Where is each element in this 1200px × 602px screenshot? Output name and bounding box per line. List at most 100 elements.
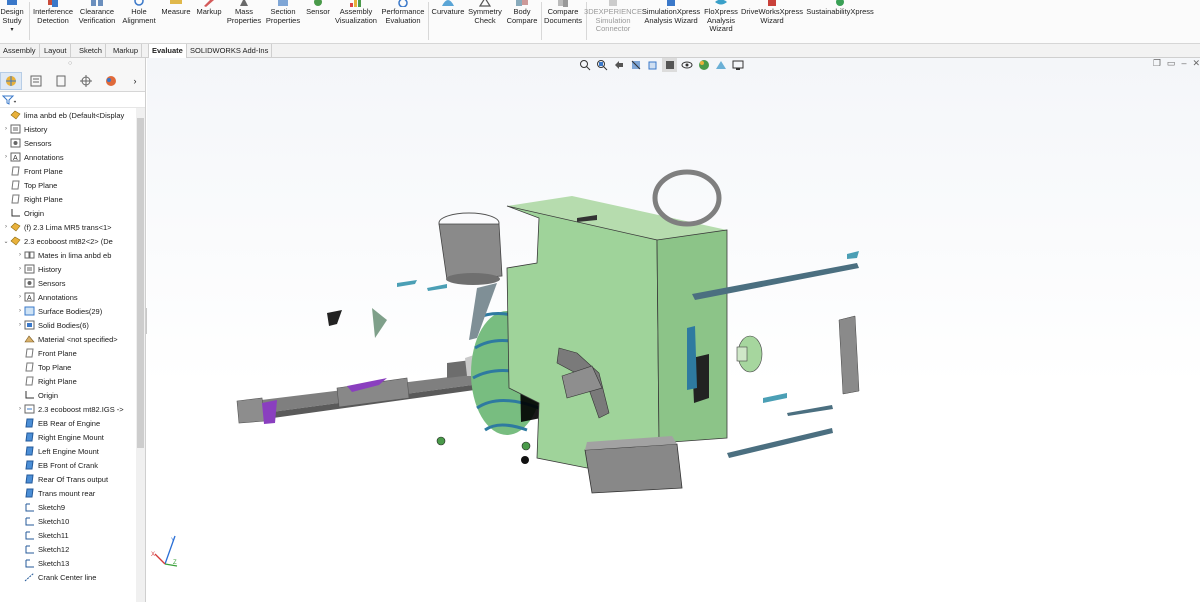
tree-item[interactable]: › History — [16, 262, 61, 276]
tree-item[interactable]: Sketch13 — [16, 556, 69, 570]
tree-item[interactable]: Sketch9 — [16, 500, 65, 514]
simulationxpress-button[interactable]: SimulationXpress Analysis Wizard — [640, 0, 702, 44]
floxpress-button[interactable]: FloXpress Analysis Wizard — [702, 0, 740, 44]
tree-item[interactable]: Left Engine Mount — [16, 444, 99, 458]
tab-evaluate[interactable]: Evaluate — [148, 44, 187, 58]
sensor-button[interactable]: Sensor — [304, 0, 332, 44]
tree-item[interactable]: EB Rear of Engine — [16, 416, 100, 430]
expand-arrow-icon[interactable]: › — [2, 224, 10, 230]
tree-item[interactable]: Front Plane — [16, 346, 77, 360]
tree-item-label: 2.3 ecoboost mt82<2> (De — [24, 236, 113, 246]
3d-assembly-model[interactable] — [147, 58, 1200, 602]
chevron-right-icon[interactable]: › — [124, 72, 146, 90]
tree-item[interactable]: ⌄ 2.3 ecoboost mt82<2> (De — [2, 234, 113, 248]
markup-button[interactable]: Markup — [194, 0, 224, 44]
clearance-verification-button[interactable]: Clearance Verification — [76, 0, 118, 44]
tree-item[interactable]: Sensors — [16, 276, 66, 290]
tree-item[interactable]: Origin — [2, 206, 44, 220]
symmetry-check-button[interactable]: Symmetry Check — [468, 0, 502, 44]
tree-item[interactable]: Sensors — [2, 136, 52, 150]
tree-item-label: (f) 2.3 Lima MR5 trans<1> — [24, 222, 112, 232]
tree-item[interactable]: › A Annotations — [2, 150, 64, 164]
hole-alignment-button[interactable]: Hole Alignment — [120, 0, 158, 44]
tree-item-label: Front Plane — [24, 166, 63, 176]
tree-item[interactable]: › (f) 2.3 Lima MR5 trans<1> — [2, 220, 112, 234]
tree-item[interactable]: › Mates in lima anbd eb — [16, 248, 111, 262]
tab-solidworks-add-ins[interactable]: SOLIDWORKS Add-Ins — [187, 44, 273, 58]
scrollbar-thumb[interactable] — [137, 118, 144, 448]
tab-assembly[interactable]: Assembly — [0, 44, 40, 58]
sustainabilityxpress-button[interactable]: SustainabilityXpress — [804, 0, 876, 44]
mass-properties-button[interactable]: Mass Properties — [226, 0, 262, 44]
expand-arrow-icon[interactable]: › — [16, 252, 24, 258]
surface-bodies-icon — [24, 306, 35, 316]
display-manager-tab[interactable] — [100, 72, 122, 90]
expand-arrow-icon[interactable]: › — [16, 322, 24, 328]
tree-item[interactable]: › Solid Bodies(6) — [16, 318, 89, 332]
interference-detection-button[interactable]: Interference Detection — [32, 0, 74, 44]
hole-alignment-icon — [134, 0, 144, 6]
tree-item[interactable]: Front Plane — [2, 164, 63, 178]
body-compare-button[interactable]: Body Compare — [504, 0, 540, 44]
tree-item[interactable]: Sketch11 — [16, 528, 69, 542]
tree-item[interactable]: Sketch12 — [16, 542, 69, 556]
tab-markup[interactable]: Markup — [110, 44, 143, 58]
expand-arrow-icon[interactable]: › — [16, 406, 24, 412]
3dexperience-simulation-connector-button[interactable]: 3DEXPERIENCE Simulation Connector — [584, 0, 642, 44]
tree-item[interactable]: Right Plane — [2, 192, 63, 206]
tree-item[interactable]: Rear Of Trans output — [16, 472, 108, 486]
tree-item-label: Origin — [24, 208, 45, 218]
expand-arrow-icon[interactable]: › — [16, 266, 24, 272]
tree-item[interactable]: EB Front of Crank — [16, 458, 98, 472]
tree-scrollbar[interactable] — [136, 108, 145, 602]
expand-arrow-icon[interactable]: › — [2, 154, 10, 160]
design-study-button[interactable]: Design Study ▾ — [0, 0, 24, 44]
feature-manager-tab[interactable] — [0, 72, 22, 90]
filter-icon[interactable] — [2, 95, 16, 105]
expand-arrow-icon[interactable]: › — [16, 308, 24, 314]
ref-plane-icon — [24, 488, 35, 498]
expand-arrow-icon[interactable]: › — [2, 126, 10, 132]
axis-triad-icon[interactable]: Y X Z — [151, 534, 181, 570]
plane-icon — [24, 348, 35, 358]
measure-button[interactable]: Measure — [160, 0, 192, 44]
tree-item[interactable]: Top Plane — [2, 178, 57, 192]
tree-item[interactable]: Origin — [16, 388, 58, 402]
performance-evaluation-button[interactable]: Performance Evaluation — [380, 0, 426, 44]
tree-item[interactable]: › A Annotations — [16, 290, 78, 304]
tree-item[interactable]: › History — [2, 122, 47, 136]
tree-item[interactable]: Sketch10 — [16, 514, 69, 528]
property-manager-tab[interactable] — [25, 72, 47, 90]
tree-item-label: Material <not specified> — [38, 334, 118, 344]
tree-item[interactable]: › Surface Bodies(29) — [16, 304, 102, 318]
tree-item[interactable]: Top Plane — [16, 360, 71, 374]
driveworksxpress-button[interactable]: DriveWorksXpress Wizard — [740, 0, 804, 44]
chevron-down-icon[interactable]: ▾ — [10, 26, 13, 35]
tree-item-label: Sketch13 — [38, 558, 70, 568]
tree-item[interactable]: Crank Center line — [16, 570, 96, 584]
tree-root-assembly[interactable]: lima anbd eb (Default<Display — [2, 108, 124, 122]
graphics-area[interactable]: ❐ ▭ – ✕ Y X Z — [147, 58, 1200, 602]
tree-item-label: EB Front of Crank — [38, 460, 99, 470]
collapse-handle-icon[interactable]: ○ — [68, 60, 72, 67]
tree-item[interactable]: Material <not specified> — [16, 332, 118, 346]
tree-item[interactable]: Trans mount rear — [16, 486, 95, 500]
assembly-visualization-button[interactable]: Assembly Visualization — [334, 0, 378, 44]
section-properties-button[interactable]: Section Properties — [264, 0, 302, 44]
dimxpert-manager-tab[interactable] — [75, 72, 97, 90]
tree-item[interactable]: Right Plane — [16, 374, 77, 388]
tab-layout[interactable]: Layout — [41, 44, 71, 58]
mates-icon — [24, 250, 35, 260]
compare-documents-button[interactable]: Compare Documents — [543, 0, 583, 44]
tree-item-label: Sketch11 — [38, 530, 69, 540]
tab-sketch[interactable]: Sketch — [76, 44, 106, 58]
ref-plane-icon — [24, 446, 35, 456]
tree-item[interactable]: › 2.3 ecoboost mt82.IGS -> — [16, 402, 124, 416]
tree-item[interactable]: Right Engine Mount — [16, 430, 104, 444]
expand-arrow-icon[interactable]: › — [16, 294, 24, 300]
tree-item-label: Sensors — [38, 278, 66, 288]
expand-arrow-icon[interactable]: ⌄ — [2, 238, 10, 245]
curvature-button[interactable]: Curvature — [430, 0, 466, 44]
origin-icon — [24, 390, 35, 400]
configuration-manager-tab[interactable] — [50, 72, 72, 90]
